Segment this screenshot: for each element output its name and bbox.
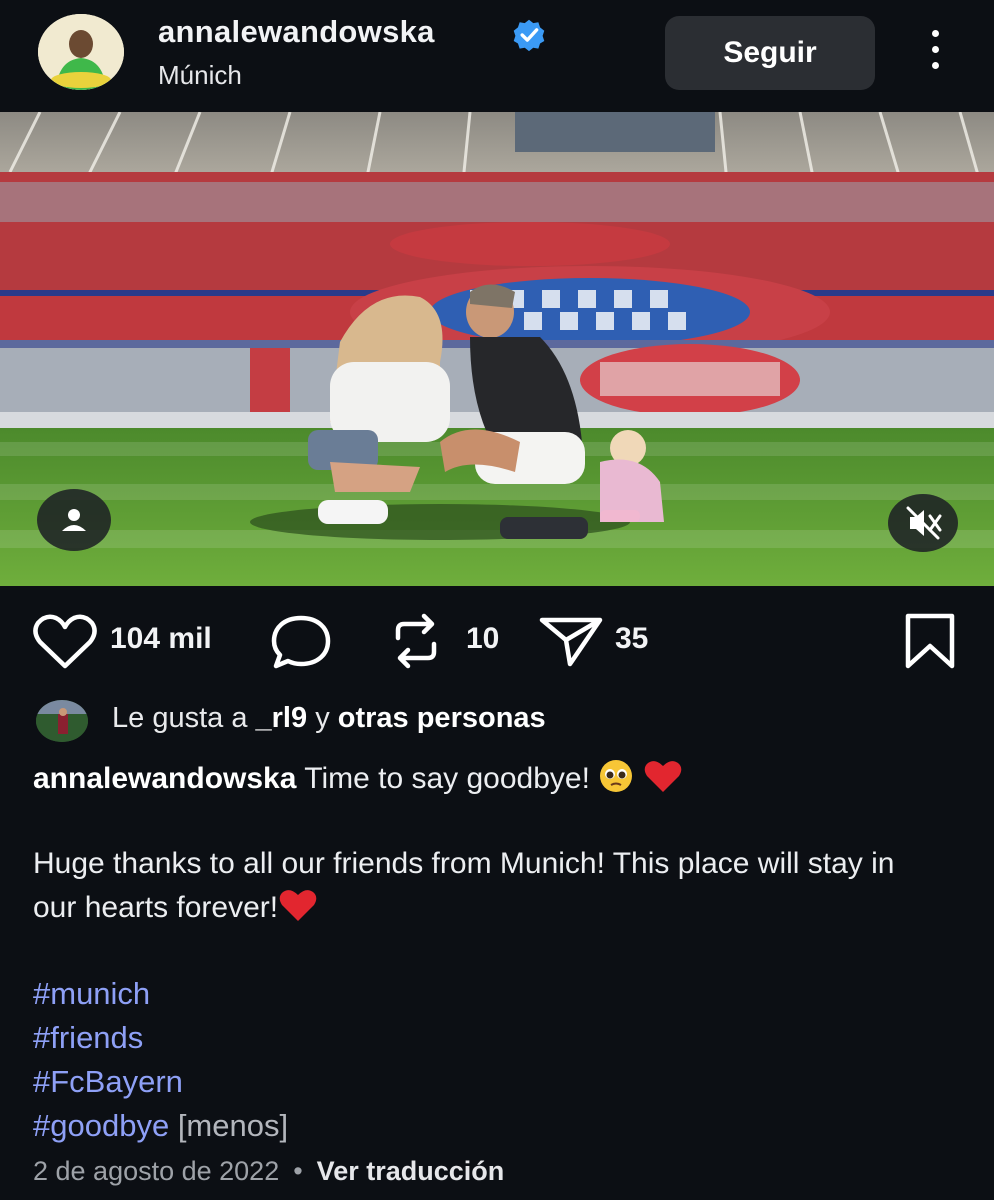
shares-count[interactable]: 35 xyxy=(615,622,648,656)
post-location[interactable]: Múnich xyxy=(158,60,242,91)
liked-by-text[interactable]: Le gusta a _rl9 y otras personas xyxy=(112,702,546,735)
repost-icon[interactable] xyxy=(388,612,444,670)
reposts-count[interactable]: 10 xyxy=(466,622,499,656)
red-heart-icon xyxy=(644,761,681,792)
caption-first-line: annalewandowska Time to say goodbye! xyxy=(33,757,953,801)
more-options-icon[interactable] xyxy=(922,30,948,76)
caption-line1: Time to say goodbye! xyxy=(304,762,590,795)
liked-by-connector: y xyxy=(315,702,330,734)
user-tag-icon[interactable] xyxy=(37,489,111,551)
translate-link[interactable]: Ver traducción xyxy=(317,1156,505,1186)
hashtag-fcbayern[interactable]: #FcBayern xyxy=(33,1060,288,1104)
bookmark-icon[interactable] xyxy=(902,612,958,670)
hashtag-goodbye[interactable]: #goodbye xyxy=(33,1108,169,1143)
comment-icon[interactable] xyxy=(268,612,334,672)
post-footer: 2 de agosto de 2022 • Ver traducción xyxy=(33,1156,504,1187)
liked-by-prefix: Le gusta a xyxy=(112,702,248,734)
show-less-link[interactable]: [menos] xyxy=(178,1108,288,1143)
action-bar: 104 mil 10 35 xyxy=(0,600,994,680)
verified-badge-icon xyxy=(513,19,545,52)
follow-button[interactable]: Seguir xyxy=(665,16,875,90)
pleading-face-icon xyxy=(600,760,633,792)
separator-dot: • xyxy=(293,1156,303,1186)
post-date: 2 de agosto de 2022 xyxy=(33,1156,280,1186)
post-header: annalewandowska Múnich Seguir xyxy=(0,0,994,112)
username[interactable]: annalewandowska xyxy=(158,14,435,50)
liked-by-avatar[interactable] xyxy=(36,700,88,742)
post-image[interactable] xyxy=(0,112,994,586)
caption-paragraph-text: Huge thanks to all our friends from Muni… xyxy=(33,847,895,924)
caption-paragraph: Huge thanks to all our friends from Muni… xyxy=(33,842,933,930)
red-heart-icon xyxy=(279,890,317,921)
hashtag-friends[interactable]: #friends xyxy=(33,1016,288,1060)
liked-by-user[interactable]: _rl9 xyxy=(256,702,308,734)
profile-avatar[interactable] xyxy=(38,14,124,90)
heart-icon[interactable] xyxy=(32,612,98,670)
hashtag-list: #munich #friends #FcBayern #goodbye [men… xyxy=(33,972,288,1148)
liked-by-others[interactable]: otras personas xyxy=(338,702,546,734)
likes-count[interactable]: 104 mil xyxy=(110,622,212,656)
caption-author[interactable]: annalewandowska xyxy=(33,762,296,795)
sound-off-icon[interactable] xyxy=(888,494,958,552)
send-icon[interactable] xyxy=(538,612,604,670)
hashtag-munich[interactable]: #munich xyxy=(33,972,288,1016)
